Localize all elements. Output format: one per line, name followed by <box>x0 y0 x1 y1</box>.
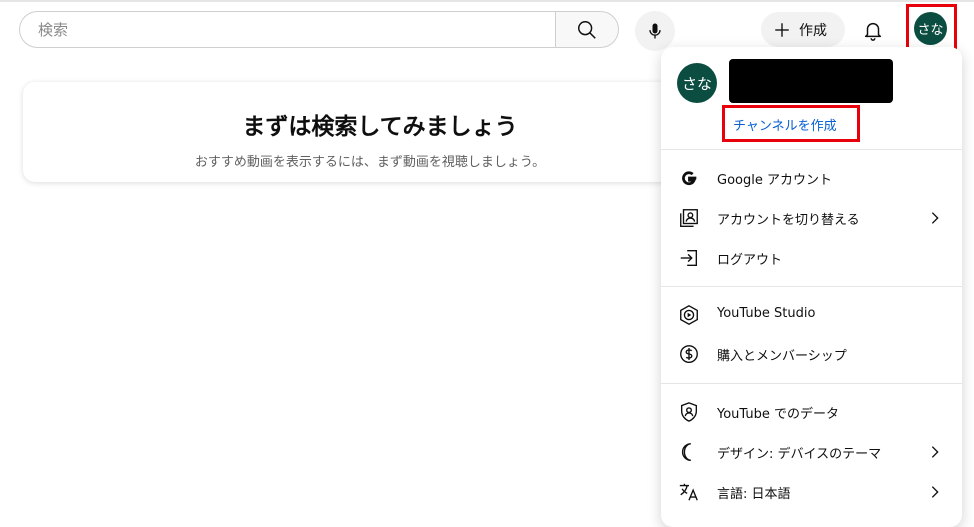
plus-icon <box>773 21 791 39</box>
menu-item-youtube-studio[interactable]: YouTube Studio <box>661 295 962 335</box>
google-icon <box>677 166 701 190</box>
menu-avatar-text: さな <box>681 74 712 93</box>
menu-item-your-data[interactable]: YouTube でのデータ <box>661 392 962 432</box>
chevron-right-icon <box>923 480 947 504</box>
search-icon <box>576 19 598 41</box>
account-avatar-button[interactable]: さな <box>914 12 947 45</box>
sign-out-icon <box>677 246 701 270</box>
create-channel-link[interactable]: チャンネルを作成 <box>733 115 837 134</box>
account-menu: さな チャンネルを作成 Google アカウント アカウントを切り替える ログア… <box>661 47 962 527</box>
menu-item-sign-out[interactable]: ログアウト <box>661 238 962 278</box>
account-name-redacted <box>729 59 893 103</box>
chevron-right-icon <box>923 206 947 230</box>
translate-icon <box>677 480 701 504</box>
moon-icon <box>677 440 701 464</box>
menu-item-label: デザイン: デバイスのテーマ <box>717 447 882 462</box>
menu-item-label: 購入とメンバーシップ <box>717 349 847 364</box>
menu-avatar: さな <box>677 63 717 103</box>
menu-item-label: YouTube でのデータ <box>717 407 839 422</box>
menu-divider <box>661 286 962 287</box>
menu-item-label: Google アカウント <box>717 173 832 188</box>
menu-item-label: アカウントを切り替える <box>717 213 860 228</box>
notifications-button[interactable] <box>855 12 891 48</box>
menu-item-google-account[interactable]: Google アカウント <box>661 158 962 198</box>
menu-item-language[interactable]: 言語: 日本語 <box>661 472 962 512</box>
create-button-label: 作成 <box>799 22 827 39</box>
menu-item-label: ログアウト <box>717 253 783 268</box>
search-input[interactable] <box>36 19 520 40</box>
avatar-text: さな <box>917 23 944 38</box>
search-box[interactable] <box>19 11 555 48</box>
menu-item-appearance[interactable]: デザイン: デバイスのテーマ <box>661 432 962 472</box>
switch-account-icon <box>677 206 701 230</box>
chevron-right-icon <box>923 440 947 464</box>
top-border <box>0 0 974 2</box>
search-button[interactable] <box>555 11 619 48</box>
voice-search-button[interactable] <box>635 11 675 51</box>
bell-icon <box>862 19 884 41</box>
menu-item-label: YouTube Studio <box>717 306 816 321</box>
menu-item-purchases[interactable]: 購入とメンバーシップ <box>661 334 962 374</box>
menu-item-label: 言語: 日本語 <box>717 487 791 502</box>
empty-state-title: まずは検索してみましょう <box>242 114 518 140</box>
menu-divider <box>661 383 962 384</box>
menu-item-switch-account[interactable]: アカウントを切り替える <box>661 198 962 238</box>
shield-user-icon <box>677 400 701 424</box>
create-button[interactable]: 作成 <box>761 12 845 47</box>
youtube-studio-icon <box>677 303 701 327</box>
empty-state-subtitle: おすすめ動画を表示するには、まず動画を視聴しましょう。 <box>194 155 546 170</box>
menu-divider <box>661 149 962 150</box>
dollar-icon <box>677 342 701 366</box>
microphone-icon <box>645 21 665 41</box>
